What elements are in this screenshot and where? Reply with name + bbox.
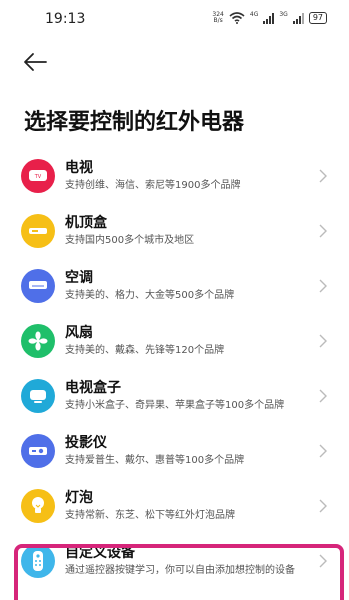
- device-description: 支持常新、东芝、松下等红外灯泡品牌: [65, 509, 235, 521]
- status-icons: 324 B/s 4G 3G 97: [212, 10, 327, 24]
- status-bar: 19:13 324 B/s 4G 3G 97: [0, 0, 349, 40]
- device-description: 支持小米盒子、奇异果、苹果盒子等100多个品牌: [65, 399, 285, 411]
- chevron-right-icon: [319, 279, 327, 292]
- device-description: 支持美的、戴森、先锋等120个品牌: [65, 344, 225, 356]
- device-item-light-bulb[interactable]: 灯泡 支持常新、东芝、松下等红外灯泡品牌: [0, 478, 349, 533]
- signal-4g-label: 4G: [249, 10, 259, 18]
- svg-text:TV: TV: [34, 174, 42, 180]
- device-item-custom[interactable]: 自定义设备 通过遥控器按键学习，你可以自由添加想控制的设备: [0, 533, 349, 588]
- chevron-right-icon: [319, 444, 327, 457]
- device-name: 电视盒子: [65, 379, 121, 396]
- projector-icon: [21, 433, 55, 468]
- battery-indicator: 97: [308, 12, 327, 24]
- device-description: 支持创维、海信、索尼等1900多个品牌: [65, 179, 241, 191]
- device-item-set-top-box[interactable]: 机顶盒 支持国内500多个城市及地区: [0, 203, 349, 258]
- status-time: 19:13: [45, 11, 86, 27]
- device-name: 机顶盒: [65, 214, 107, 231]
- device-name: 电视: [65, 159, 93, 176]
- signal-bars-icon-2: [292, 12, 304, 24]
- signal-3g-label: 3G: [279, 10, 288, 18]
- device-item-air-conditioner[interactable]: 空调 支持美的、格力、大金等500多个品牌: [0, 258, 349, 313]
- chevron-right-icon: [319, 224, 327, 237]
- chevron-right-icon: [319, 389, 327, 402]
- device-item-tv-box[interactable]: 电视盒子 支持小米盒子、奇异果、苹果盒子等100多个品牌: [0, 368, 349, 423]
- network-speed-unit: B/s: [213, 17, 223, 24]
- air-conditioner-icon: [21, 268, 55, 303]
- light-bulb-icon: [21, 488, 55, 523]
- device-item-tv[interactable]: TV 电视 支持创维、海信、索尼等1900多个品牌: [0, 148, 349, 203]
- wifi-icon: [229, 12, 245, 24]
- tv-icon: TV: [21, 158, 55, 193]
- device-description: 支持美的、格力、大金等500多个品牌: [65, 289, 235, 301]
- back-arrow-icon[interactable]: [22, 50, 48, 74]
- set-top-box-icon: [21, 213, 55, 248]
- signal-bars-icon: [263, 12, 275, 24]
- device-item-fan[interactable]: 风扇 支持美的、戴森、先锋等120个品牌: [0, 313, 349, 368]
- device-name: 空调: [65, 269, 93, 286]
- device-description: 支持国内500多个城市及地区: [65, 234, 195, 246]
- fan-icon: [21, 323, 55, 358]
- device-description: 支持爱普生、戴尔、惠普等100多个品牌: [65, 454, 245, 466]
- device-name: 投影仪: [65, 434, 107, 451]
- device-name: 风扇: [65, 324, 93, 341]
- device-list: TV 电视 支持创维、海信、索尼等1900多个品牌 机顶盒 支持国内500多个城…: [0, 148, 349, 588]
- chevron-right-icon: [319, 554, 327, 567]
- device-description: 通过遥控器按键学习，你可以自由添加想控制的设备: [65, 564, 295, 576]
- tv-box-icon: [21, 378, 55, 413]
- device-name: 灯泡: [65, 489, 93, 506]
- page-title: 选择要控制的红外电器: [24, 110, 245, 135]
- remote-control-icon: [21, 543, 55, 578]
- chevron-right-icon: [319, 169, 327, 182]
- chevron-right-icon: [319, 334, 327, 347]
- chevron-right-icon: [319, 499, 327, 512]
- network-speed: 324 B/s: [212, 12, 223, 24]
- device-name: 自定义设备: [65, 544, 135, 561]
- device-item-projector[interactable]: 投影仪 支持爱普生、戴尔、惠普等100多个品牌: [0, 423, 349, 478]
